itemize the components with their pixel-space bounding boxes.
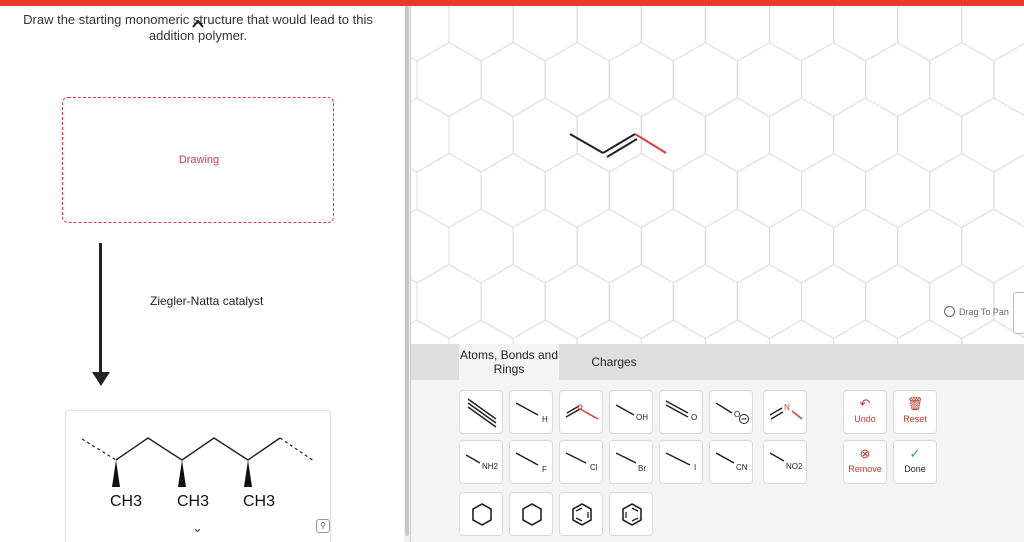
drawing-dropzone[interactable]: Drawing: [62, 97, 334, 223]
tool-cyclohexene[interactable]: [509, 492, 553, 536]
zoom-control[interactable]: [1013, 292, 1024, 334]
question-prompt: Draw the starting monomeric structure th…: [23, 12, 373, 43]
bromo-icon: [615, 452, 637, 464]
wedge-bond: [178, 460, 186, 487]
drawn-molecule[interactable]: [411, 6, 1024, 344]
wedge-bond: [244, 460, 252, 487]
tool-hydroxyl[interactable]: OH: [609, 390, 653, 434]
methyl-label: CH3: [110, 493, 143, 510]
wedge-bond: [112, 460, 120, 487]
iodo-icon: [665, 452, 691, 466]
scrollbar-thumb[interactable]: [405, 6, 409, 536]
chevron-down-icon[interactable]: ⌄: [192, 520, 203, 536]
reaction-arrow-head: [92, 372, 110, 386]
triple-bond-icon: [467, 398, 497, 428]
drawing-label: Drawing: [178, 154, 220, 166]
benzene-alt-icon: [622, 503, 642, 526]
tool-carbonyl[interactable]: O: [659, 390, 703, 434]
undo-icon: ↶: [859, 396, 871, 411]
zoom-icon[interactable]: ⚲: [316, 519, 330, 533]
methyl-label: CH3: [177, 493, 210, 510]
caret-icon: [192, 20, 204, 28]
benzene-icon: [572, 503, 592, 526]
tool-benzene[interactable]: [559, 492, 603, 536]
carbonyl-icon: [665, 400, 689, 418]
tool-ketone[interactable]: [559, 390, 603, 434]
tool-imine[interactable]: N: [763, 390, 807, 434]
ketone-icon: [565, 404, 599, 420]
catalyst-label: Ziegler-Natta catalyst: [150, 294, 264, 308]
drawing-canvas[interactable]: [410, 6, 1024, 344]
tool-cyclohexane[interactable]: [459, 492, 503, 536]
tool-amine[interactable]: NH2: [459, 440, 503, 484]
tool-palette: Atoms, Bonds and Rings Charges H OH O O …: [410, 344, 1024, 542]
undo-button[interactable]: ↶ Undo: [843, 390, 887, 434]
remove-circle-x-icon: ⊗: [859, 446, 871, 461]
remove-button[interactable]: ⊗ Remove: [843, 440, 887, 484]
question-panel: Draw the starting monomeric structure th…: [0, 6, 410, 542]
cyclohexene-icon: [522, 503, 542, 526]
done-button[interactable]: ✓ Done: [893, 440, 937, 484]
reaction-arrow-shaft: [99, 243, 102, 373]
trash-icon: 🗑: [906, 396, 924, 411]
hand-icon: [944, 306, 955, 317]
tool-fluoro[interactable]: F: [509, 440, 553, 484]
tool-bromo[interactable]: Br: [609, 440, 653, 484]
tool-chloro[interactable]: Cl: [559, 440, 603, 484]
imine-icon: [769, 407, 803, 420]
tab-charges[interactable]: Charges: [569, 344, 659, 380]
cyclohexane-icon: [472, 503, 492, 526]
drag-to-pan-label: Drag To Pan: [959, 306, 1009, 317]
drag-to-pan-hint[interactable]: Drag To Pan: [944, 306, 1009, 317]
tool-tabs: Atoms, Bonds and Rings Charges: [411, 344, 1024, 380]
reset-button[interactable]: 🗑 Reset: [893, 390, 937, 434]
tool-iodo[interactable]: I: [659, 440, 703, 484]
oxide-anion-icon: [715, 402, 749, 424]
check-circle-icon: ✓: [909, 446, 921, 461]
tool-oxide-anion[interactable]: O: [709, 390, 753, 434]
tool-aldehyde-h[interactable]: H: [509, 390, 553, 434]
bond-h-icon: [515, 402, 539, 416]
tool-triple-bond[interactable]: [459, 390, 503, 434]
tool-nitrile[interactable]: CN: [709, 440, 753, 484]
fluoro-icon: [515, 452, 539, 466]
tab-atoms-bonds-rings[interactable]: Atoms, Bonds and Rings: [459, 344, 559, 380]
tool-benzene-alt[interactable]: [609, 492, 653, 536]
tool-nitro[interactable]: NO2: [763, 440, 807, 484]
methyl-label: CH3: [243, 493, 276, 510]
